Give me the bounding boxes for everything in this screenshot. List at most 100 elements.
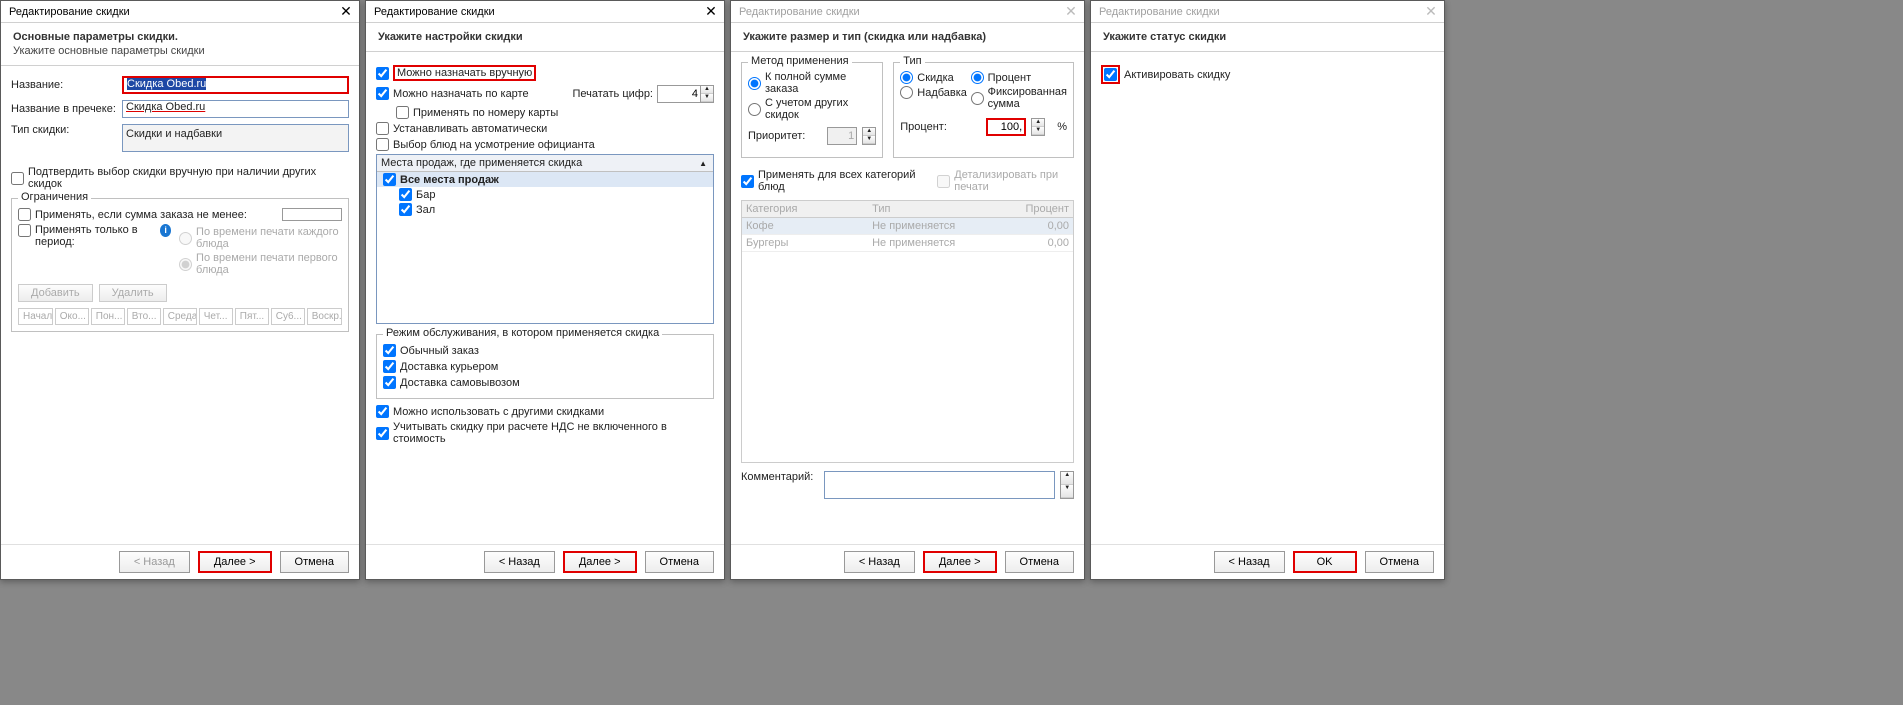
back-button[interactable]: < Назад: [484, 551, 555, 573]
type-fixed-radio[interactable]: [971, 92, 984, 105]
by-card-checkbox[interactable]: [376, 87, 389, 100]
method-full-radio[interactable]: [748, 77, 761, 90]
activate-checkbox[interactable]: [1104, 68, 1117, 81]
dialog-title: Редактирование скидки: [374, 6, 495, 18]
name-input[interactable]: Скидка Obed.ru: [122, 76, 349, 94]
apply-min-checkbox[interactable]: [18, 208, 31, 221]
priority-label: Приоритет:: [748, 130, 821, 142]
cancel-button[interactable]: Отмена: [1005, 551, 1074, 573]
apply-period-checkbox[interactable]: [18, 224, 31, 237]
detail-print-checkbox: [937, 175, 950, 188]
apply-min-label: Применять, если сумма заказа не менее:: [35, 209, 278, 221]
dialog-step3: Редактирование скидки ✕ Укажите размер и…: [730, 0, 1085, 580]
type-select[interactable]: Скидки и надбавки: [122, 124, 349, 152]
other-disc-checkbox[interactable]: [376, 405, 389, 418]
apply-period-label: Применять только в период:: [35, 224, 156, 248]
add-button: Добавить: [18, 284, 93, 302]
type-label: Тип скидки:: [11, 124, 116, 136]
auto-checkbox[interactable]: [376, 122, 389, 135]
confirm-label: Подтвердить выбор скидки вручную при нал…: [28, 166, 349, 190]
day-tabs: Начало Око... Пон... Вто... Среда Чет...…: [18, 308, 342, 325]
percent-input[interactable]: [986, 118, 1026, 136]
close-icon[interactable]: ✕: [1062, 3, 1080, 21]
places-listbox[interactable]: Места продаж, где применяется скидка▲ Вс…: [376, 154, 714, 324]
place-bar: Бар: [377, 187, 713, 202]
cancel-button[interactable]: Отмена: [1365, 551, 1434, 573]
percent-label: Процент:: [900, 121, 980, 133]
manual-checkbox[interactable]: [376, 67, 389, 80]
vat-checkbox[interactable]: [376, 427, 389, 440]
mode-normal-checkbox[interactable]: [383, 344, 396, 357]
type-surcharge-radio[interactable]: [900, 86, 913, 99]
next-button[interactable]: Далее >: [563, 551, 637, 573]
by-card-label: Можно назначать по карте: [393, 88, 529, 100]
by-each-radio: [179, 232, 192, 245]
apply-all-checkbox[interactable]: [741, 175, 754, 188]
table-row: БургерыНе применяется0,00: [742, 235, 1073, 252]
restrict-legend: Ограничения: [18, 191, 91, 203]
percent-spinner[interactable]: ▲▼: [1031, 118, 1045, 136]
by-card-num-label: Применять по номеру карты: [413, 107, 558, 119]
by-card-num-checkbox[interactable]: [396, 106, 409, 119]
dialog-title: Редактирование скидки: [1099, 6, 1220, 18]
comment-spinner[interactable]: ▲▼: [1060, 471, 1074, 499]
dialog-step1: Редактирование скидки ✕ Основные парамет…: [0, 0, 360, 580]
name-label: Название:: [11, 79, 116, 91]
cancel-button[interactable]: Отмена: [280, 551, 349, 573]
step2-heading: Укажите настройки скидки: [378, 31, 712, 43]
activate-label: Активировать скидку: [1124, 69, 1230, 81]
next-button[interactable]: Далее >: [198, 551, 272, 573]
mode-self-checkbox[interactable]: [383, 376, 396, 389]
step1-subheading: Укажите основные параметры скидки: [13, 45, 347, 57]
type-discount-radio[interactable]: [900, 71, 913, 84]
comment-label: Комментарий:: [741, 471, 818, 483]
print-digits-label: Печатать цифр:: [572, 88, 653, 100]
confirm-checkbox[interactable]: [11, 172, 24, 185]
by-first-radio: [179, 258, 192, 271]
auto-label: Устанавливать автоматически: [393, 123, 547, 135]
dialog-title: Редактирование скидки: [9, 6, 130, 18]
priority-spinner: ▲▼: [862, 127, 876, 145]
th-category: Категория: [742, 201, 868, 217]
dialog-title: Редактирование скидки: [739, 6, 860, 18]
dialog-step4: Редактирование скидки ✕ Укажите статус с…: [1090, 0, 1445, 580]
type-legend: Тип: [900, 55, 924, 67]
precheck-input[interactable]: Скидка Obed.ru: [122, 100, 349, 118]
chevron-up-icon: ▲: [699, 159, 707, 168]
step3-heading: Укажите размер и тип (скидка или надбавк…: [743, 31, 1072, 43]
dialog-step2: Редактирование скидки ✕ Укажите настройк…: [365, 0, 725, 580]
cancel-button[interactable]: Отмена: [645, 551, 714, 573]
method-other-radio[interactable]: [748, 103, 761, 116]
place-hall: Зал: [377, 202, 713, 217]
apply-min-input[interactable]: [282, 208, 342, 221]
mode-courier-checkbox[interactable]: [383, 360, 396, 373]
info-icon: i: [160, 224, 171, 237]
comment-input[interactable]: [824, 471, 1055, 499]
th-type: Тип: [868, 201, 994, 217]
mode-legend: Режим обслуживания, в котором применяетс…: [383, 327, 662, 339]
places-header[interactable]: Места продаж, где применяется скидка▲: [377, 155, 713, 172]
waiter-checkbox[interactable]: [376, 138, 389, 151]
precheck-label: Название в пречеке:: [11, 103, 116, 115]
back-button[interactable]: < Назад: [844, 551, 915, 573]
ok-button[interactable]: OK: [1293, 551, 1357, 573]
table-row: КофеНе применяется0,00: [742, 218, 1073, 235]
type-percent-radio[interactable]: [971, 71, 984, 84]
back-button[interactable]: < Назад: [1214, 551, 1285, 573]
close-icon[interactable]: ✕: [702, 3, 720, 21]
delete-button: Удалить: [99, 284, 167, 302]
category-table: Категория Тип Процент КофеНе применяется…: [741, 200, 1074, 463]
step1-heading: Основные параметры скидки.: [13, 31, 347, 43]
waiter-label: Выбор блюд на усмотрение официанта: [393, 139, 595, 151]
step4-heading: Укажите статус скидки: [1103, 31, 1432, 43]
priority-input: [827, 127, 857, 145]
next-button[interactable]: Далее >: [923, 551, 997, 573]
close-icon[interactable]: ✕: [337, 3, 355, 21]
manual-label: Можно назначать вручную: [393, 65, 536, 81]
close-icon[interactable]: ✕: [1422, 3, 1440, 21]
print-digits-spinner[interactable]: ▲▼: [700, 85, 714, 103]
place-all: Все места продаж: [377, 172, 713, 187]
print-digits-input[interactable]: [657, 85, 701, 103]
back-button: < Назад: [119, 551, 190, 573]
method-legend: Метод применения: [748, 55, 852, 67]
